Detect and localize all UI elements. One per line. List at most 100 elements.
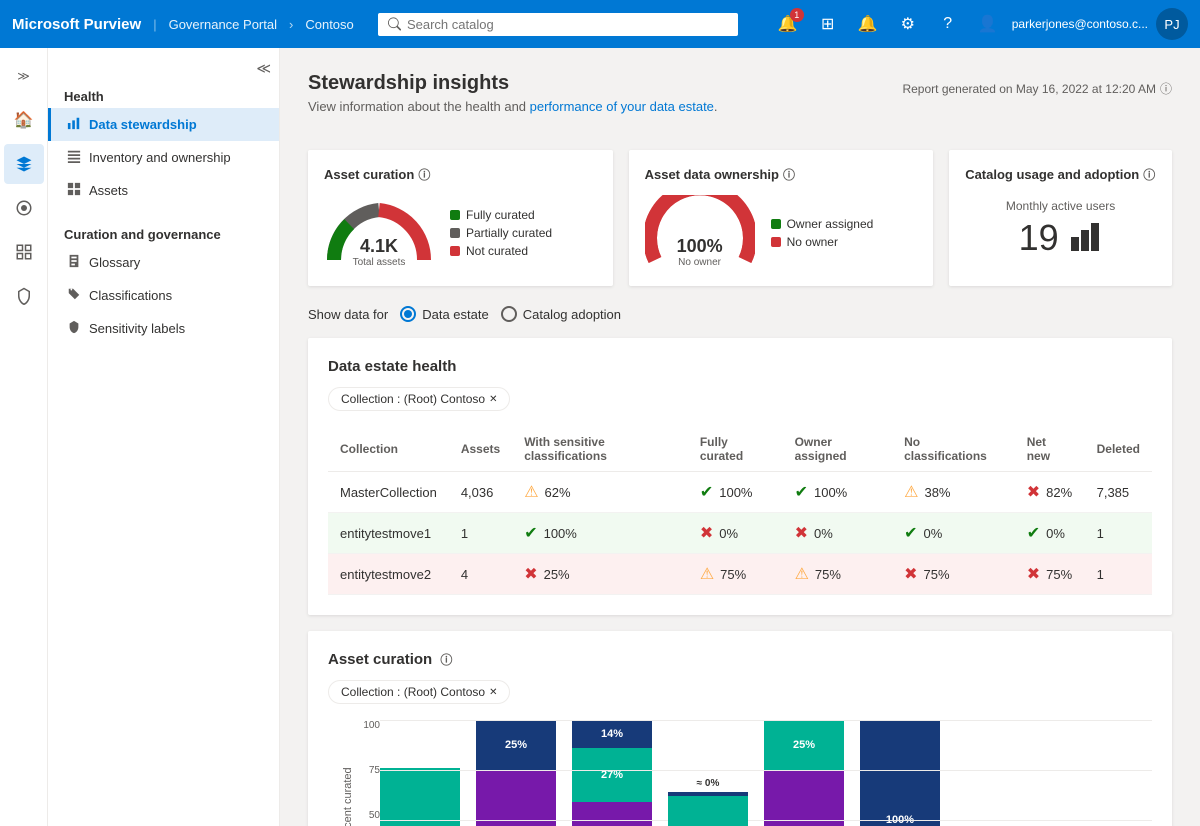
inventory-icon xyxy=(67,149,81,166)
nav-item-inventory[interactable]: Inventory and ownership xyxy=(48,141,279,174)
nav-item-glossary[interactable]: Glossary xyxy=(48,246,279,279)
sidebar-icon-catalog[interactable] xyxy=(4,188,44,228)
sidebar-icon-insights[interactable] xyxy=(4,232,44,272)
cell-sensitive: ⚠62% xyxy=(512,472,688,513)
status-icon-error: ✖ xyxy=(1027,482,1040,502)
radio-catalog-adoption-label: Catalog adoption xyxy=(523,307,621,322)
user-email: parkerjones@contoso.c... xyxy=(1012,17,1148,31)
asset-curation-card: Asset curation ⓘ xyxy=(308,150,613,286)
bar-segment: ≈ 0% 62% xyxy=(668,796,748,826)
data-stewardship-icon xyxy=(67,116,81,133)
legend-not-curated: Not curated xyxy=(466,244,528,258)
show-data-row: Show data for Data estate Catalog adopti… xyxy=(308,306,1172,322)
subtitle-link[interactable]: performance of your data estate xyxy=(530,99,714,114)
y-tick: 75 xyxy=(369,765,380,776)
search-icon xyxy=(388,17,401,31)
radio-catalog-adoption[interactable]: Catalog adoption xyxy=(501,306,621,322)
asset-curation-info-icon[interactable]: ⓘ xyxy=(418,166,430,183)
chart-bars-container: 76% 25% 75% 14% 27% 59% xyxy=(380,720,1152,826)
nav-item-label: Classifications xyxy=(89,288,172,303)
sidebar-icon-policy[interactable] xyxy=(4,276,44,316)
status-icon-ok: ✔ xyxy=(904,523,917,543)
cell-collection: entitytestmove1 xyxy=(328,513,449,554)
table-row: entitytestmove2 4 ✖25% ⚠75% ⚠75% ✖75% xyxy=(328,554,1152,595)
radio-data-estate[interactable]: Data estate xyxy=(400,306,489,322)
ownership-title: Asset data ownership xyxy=(645,167,779,182)
cell-no-class: ✖75% xyxy=(892,554,1015,595)
bar-group-2: 25% 75% xyxy=(476,720,556,826)
nav-item-classifications[interactable]: Classifications xyxy=(48,279,279,312)
icon-sidebar: ≫ 🏠 xyxy=(0,48,48,826)
nav-item-data-stewardship[interactable]: Data stewardship xyxy=(48,108,279,141)
main-layout: ≫ 🏠 ≪ Health Data stewardship xyxy=(0,48,1200,826)
asset-curation-legend: Fully curated Partially curated Not cura… xyxy=(450,208,552,258)
col-collection: Collection xyxy=(328,427,449,472)
notification-icon[interactable]: 🔔 1 xyxy=(772,8,804,40)
radio-catalog-adoption-button[interactable] xyxy=(501,306,517,322)
search-input[interactable] xyxy=(407,17,728,32)
apps-icon[interactable]: ⊞ xyxy=(812,8,844,40)
assets-icon xyxy=(67,182,81,199)
asset-curation-title: Asset curation xyxy=(324,167,414,182)
settings-icon[interactable]: ⚙ xyxy=(892,8,924,40)
status-icon-ok: ✔ xyxy=(795,482,808,502)
ownership-info-icon[interactable]: ⓘ xyxy=(783,166,795,183)
asset-curation-collection-filter[interactable]: Collection : (Root) Contoso ✕ xyxy=(328,680,510,704)
sidebar-icon-classify[interactable] xyxy=(4,144,44,184)
catalog-info-icon[interactable]: ⓘ xyxy=(1143,166,1155,183)
catalog-usage-card: Catalog usage and adoption ⓘ Monthly act… xyxy=(949,150,1172,286)
col-net-new: Net new xyxy=(1015,427,1085,472)
bar-chart-icon xyxy=(1071,223,1103,254)
cell-collection: MasterCollection xyxy=(328,472,449,513)
status-icon-ok: ✔ xyxy=(700,482,713,502)
bell-icon[interactable]: 🔔 xyxy=(852,8,884,40)
legend-fully-curated: Fully curated xyxy=(466,208,535,222)
sidebar-icon-home[interactable]: 🏠 xyxy=(4,100,44,140)
show-data-label: Show data for xyxy=(308,307,388,322)
user-menu-icon[interactable]: 👤 xyxy=(972,8,1004,40)
sensitivity-icon xyxy=(67,320,81,337)
brand-name: Microsoft Purview xyxy=(12,16,141,33)
cell-sensitive: ✖25% xyxy=(512,554,688,595)
bar-segment: 14% xyxy=(572,720,652,748)
catalog-title: Catalog usage and adoption xyxy=(965,167,1139,182)
status-icon-error: ✖ xyxy=(700,523,713,543)
nav-item-sensitivity[interactable]: Sensitivity labels xyxy=(48,312,279,345)
bar-group-4: ≈ 0% 62% xyxy=(668,720,748,826)
bar-segment: 76% xyxy=(380,768,460,826)
nav-item-label: Data stewardship xyxy=(89,117,197,132)
search-box[interactable] xyxy=(378,13,738,36)
status-icon-ok: ✔ xyxy=(524,523,537,543)
status-icon-error: ✖ xyxy=(795,523,808,543)
bar-segment: 59% xyxy=(572,802,652,826)
cell-owner: ✔100% xyxy=(783,472,893,513)
nav-collapse-button[interactable]: ≪ xyxy=(256,60,271,77)
report-info-icon[interactable]: ⓘ xyxy=(1160,80,1172,97)
status-icon-ok: ✔ xyxy=(1027,523,1040,543)
col-deleted: Deleted xyxy=(1085,427,1152,472)
status-icon-warning: ⚠ xyxy=(700,564,714,584)
status-icon-error: ✖ xyxy=(904,564,917,584)
legend-no-owner: No owner xyxy=(787,235,838,249)
notification-badge: 1 xyxy=(790,8,804,22)
user-profile[interactable]: parkerjones@contoso.c... PJ xyxy=(1012,8,1188,40)
tenant-name: Contoso xyxy=(305,17,353,32)
collection-filter[interactable]: Collection : (Root) Contoso ✕ xyxy=(328,387,510,411)
ownership-donut: 100% No owner xyxy=(645,195,755,270)
radio-data-estate-button[interactable] xyxy=(400,306,416,322)
classifications-icon xyxy=(67,287,81,304)
portal-name: Governance Portal xyxy=(169,17,277,32)
help-icon[interactable]: ? xyxy=(932,8,964,40)
bar-segment: 25% xyxy=(764,720,844,770)
bar-segment: 25% xyxy=(476,720,556,770)
health-section-card: Data estate health Collection : (Root) C… xyxy=(308,338,1172,615)
section-info-icon[interactable]: ⓘ xyxy=(440,653,452,667)
bar-segment: 75% xyxy=(476,770,556,826)
cell-net-new: ✔0% xyxy=(1015,513,1085,554)
status-icon-warning: ⚠ xyxy=(904,482,918,502)
sidebar-collapse-toggle[interactable]: ≫ xyxy=(4,56,44,96)
col-curated: Fully curated xyxy=(688,427,783,472)
nav-item-assets[interactable]: Assets xyxy=(48,174,279,207)
nav-separator: | xyxy=(153,17,156,32)
nav-item-label: Inventory and ownership xyxy=(89,150,231,165)
